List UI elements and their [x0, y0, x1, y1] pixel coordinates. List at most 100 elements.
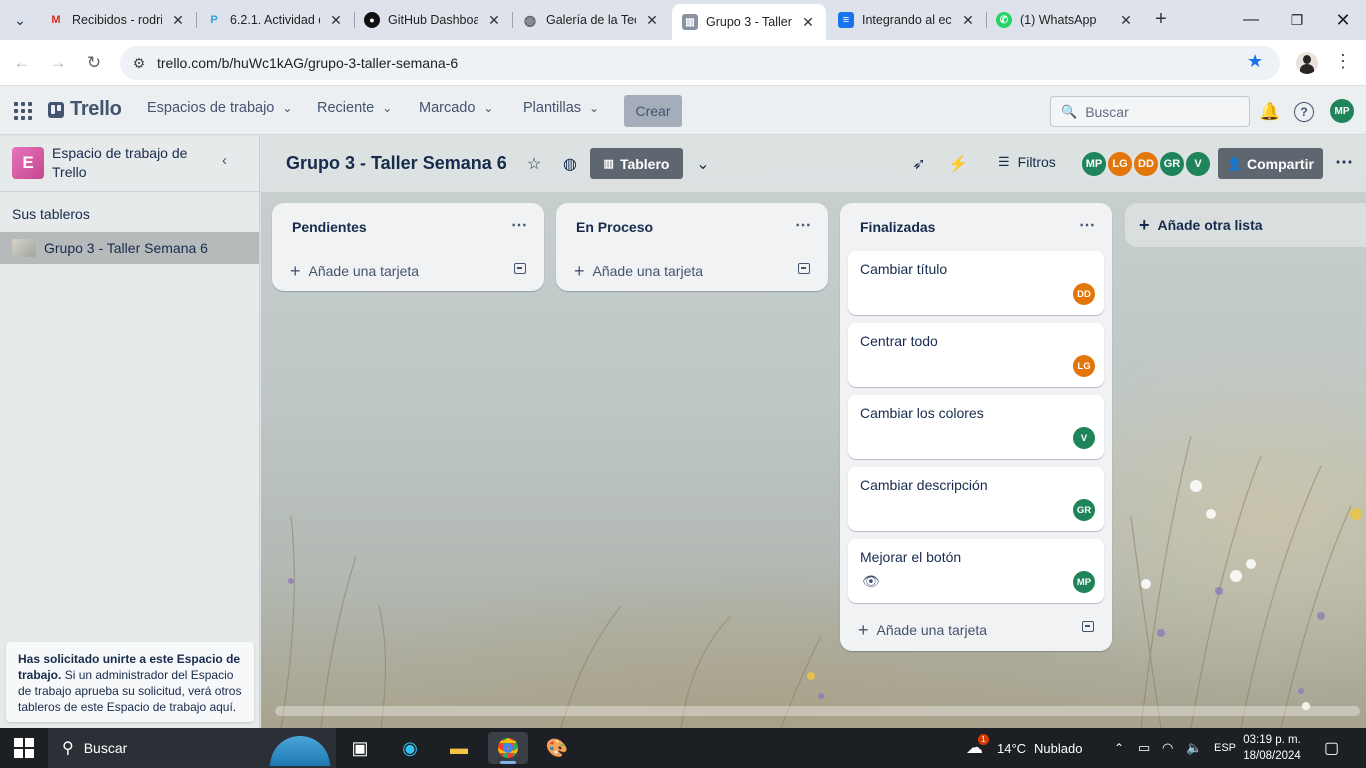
- close-icon[interactable]: ✕: [170, 12, 186, 29]
- card[interactable]: Mejorar el botón 👁 MP: [848, 539, 1104, 603]
- member-avatar[interactable]: LG: [1106, 150, 1134, 178]
- list-title[interactable]: Pendientes: [292, 219, 367, 235]
- notifications-icon[interactable]: 🔔: [1258, 100, 1282, 124]
- workspace-name[interactable]: Espacio de trabajo de Trello: [52, 144, 212, 182]
- close-icon[interactable]: ✕: [328, 12, 344, 29]
- tab-trello-active[interactable]: ▥ Grupo 3 - Taller ✕: [672, 4, 826, 40]
- language-indicator[interactable]: ESP: [1214, 728, 1236, 768]
- close-icon[interactable]: ✕: [800, 14, 816, 31]
- whatsapp-icon: ✆: [996, 12, 1012, 28]
- volume-icon[interactable]: 🔈: [1186, 728, 1202, 768]
- tab-gmail[interactable]: M Recibidos - rodri ✕: [38, 4, 196, 36]
- taskbar-search[interactable]: ⚲ Buscar: [48, 728, 336, 768]
- card-member-avatar[interactable]: V: [1073, 427, 1095, 449]
- task-view-icon[interactable]: ▣: [340, 732, 380, 764]
- list-menu-icon[interactable]: ⋯: [511, 215, 528, 235]
- card-template-icon[interactable]: [798, 263, 810, 274]
- close-icon[interactable]: ✕: [960, 12, 976, 29]
- member-avatar[interactable]: DD: [1132, 150, 1160, 178]
- add-card-button[interactable]: + Añade una tarjeta: [840, 609, 1112, 651]
- create-button[interactable]: Crear: [624, 95, 682, 127]
- card-member-avatar[interactable]: GR: [1073, 499, 1095, 521]
- user-avatar[interactable]: MP: [1330, 99, 1354, 123]
- workspace-badge[interactable]: E: [12, 147, 44, 179]
- card-template-icon[interactable]: [514, 263, 526, 274]
- paint-icon[interactable]: 🎨: [537, 732, 577, 764]
- reload-icon[interactable]: ↻: [81, 50, 107, 76]
- card-member-avatar[interactable]: LG: [1073, 355, 1095, 377]
- chrome-profile-avatar[interactable]: [1296, 52, 1318, 74]
- board-menu-icon[interactable]: ⋯: [1335, 152, 1353, 173]
- member-avatar[interactable]: V: [1184, 150, 1212, 178]
- close-icon[interactable]: ✕: [486, 12, 502, 29]
- member-avatar[interactable]: MP: [1080, 150, 1108, 178]
- card[interactable]: Cambiar los colores V: [848, 395, 1104, 459]
- visibility-globe-icon[interactable]: ◍: [559, 153, 581, 175]
- card[interactable]: Cambiar descripción GR: [848, 467, 1104, 531]
- card-member-avatar[interactable]: MP: [1073, 571, 1095, 593]
- add-card-button[interactable]: + Añade una tarjeta: [556, 251, 828, 291]
- tab-docs[interactable]: ≡ Integrando al ec ✕: [828, 4, 986, 36]
- close-icon[interactable]: ✕: [1118, 12, 1134, 29]
- url-omnibox[interactable]: ⚙ trello.com/b/huWc1kAG/grupo-3-taller-s…: [120, 46, 1280, 80]
- add-list-button[interactable]: + Añade otra lista: [1125, 203, 1366, 247]
- power-ups-rocket-icon[interactable]: ➶: [908, 153, 930, 175]
- member-avatar[interactable]: GR: [1158, 150, 1186, 178]
- list-title[interactable]: Finalizadas: [860, 219, 935, 235]
- close-window-icon[interactable]: ✕: [1320, 0, 1366, 40]
- notifications-center-icon[interactable]: ▢: [1324, 728, 1339, 768]
- trello-logo[interactable]: Trello: [48, 98, 122, 121]
- weather-widget[interactable]: ☁ 1 14°C Nublado: [966, 728, 1082, 768]
- help-icon[interactable]: ?: [1294, 102, 1314, 122]
- bookmark-star-icon[interactable]: ★: [1247, 51, 1263, 72]
- menu-reciente[interactable]: Reciente ⌄: [317, 100, 392, 116]
- menu-espacios[interactable]: Espacios de trabajo ⌄: [147, 100, 292, 116]
- board-title[interactable]: Grupo 3 - Taller Semana 6: [286, 153, 507, 174]
- close-icon[interactable]: ✕: [644, 12, 660, 29]
- filters-label: Filtros: [1017, 154, 1056, 170]
- horizontal-scrollbar[interactable]: [275, 706, 1360, 716]
- back-arrow-icon[interactable]: ←: [9, 50, 35, 76]
- trello-search-input[interactable]: 🔍 Buscar: [1050, 96, 1250, 127]
- battery-icon[interactable]: ▭: [1138, 728, 1150, 768]
- star-board-icon[interactable]: ☆: [523, 153, 545, 175]
- add-card-button[interactable]: + Añade una tarjeta: [272, 251, 544, 291]
- site-settings-icon[interactable]: ⚙: [124, 55, 154, 72]
- card-template-icon[interactable]: [1082, 621, 1094, 632]
- wifi-icon[interactable]: ◠: [1162, 728, 1173, 768]
- app-switcher-icon[interactable]: [14, 102, 32, 120]
- list-menu-icon[interactable]: ⋯: [795, 215, 812, 235]
- tab-galeria[interactable]: ◍ Galería de la Tec ✕: [512, 4, 670, 36]
- forward-arrow-icon[interactable]: →: [45, 50, 71, 76]
- chrome-taskbar-icon[interactable]: [488, 732, 528, 764]
- file-explorer-icon[interactable]: ▬: [439, 732, 479, 764]
- view-switcher-chevron-icon[interactable]: ⌄: [692, 153, 714, 175]
- plus-icon: +: [858, 619, 869, 640]
- edge-icon[interactable]: ◉: [390, 732, 430, 764]
- tab-whatsapp[interactable]: ✆ (1) WhatsApp ✕: [986, 4, 1144, 36]
- menu-plantillas[interactable]: Plantillas ⌄: [523, 100, 599, 116]
- windows-start-icon[interactable]: [14, 738, 34, 758]
- sidebar-board-item[interactable]: Grupo 3 - Taller Semana 6: [0, 232, 259, 264]
- share-button[interactable]: 👤 Compartir: [1218, 148, 1323, 179]
- tab-github[interactable]: ● GitHub Dashboa ✕: [354, 4, 512, 36]
- board-view-button[interactable]: ▥ Tablero: [590, 148, 683, 179]
- collapse-sidebar-icon[interactable]: ‹: [222, 152, 227, 169]
- automation-bolt-icon[interactable]: ⚡: [947, 153, 969, 175]
- chrome-menu-icon[interactable]: ⋮: [1334, 51, 1352, 72]
- list-title[interactable]: En Proceso: [576, 219, 653, 235]
- card[interactable]: Cambiar título DD: [848, 251, 1104, 315]
- show-hidden-icons-chevron-icon[interactable]: ⌃: [1114, 728, 1124, 768]
- card[interactable]: Centrar todo LG: [848, 323, 1104, 387]
- filters-button[interactable]: ☰ Filtros: [998, 154, 1056, 170]
- tab-search-dropdown-icon[interactable]: ⌄: [8, 8, 32, 32]
- card-member-avatar[interactable]: DD: [1073, 283, 1095, 305]
- minimize-icon[interactable]: —: [1228, 0, 1274, 40]
- url-text[interactable]: trello.com/b/huWc1kAG/grupo-3-taller-sem…: [157, 55, 458, 71]
- menu-marcado[interactable]: Marcado ⌄: [419, 100, 493, 116]
- new-tab-plus-icon[interactable]: +: [1150, 8, 1172, 30]
- restore-icon[interactable]: ❐: [1274, 0, 1320, 40]
- list-menu-icon[interactable]: ⋯: [1079, 215, 1096, 235]
- tab-actividad[interactable]: P 6.2.1. Actividad d ✕: [196, 4, 354, 36]
- taskbar-clock[interactable]: 03:19 p. m. 18/08/2024: [1242, 732, 1302, 764]
